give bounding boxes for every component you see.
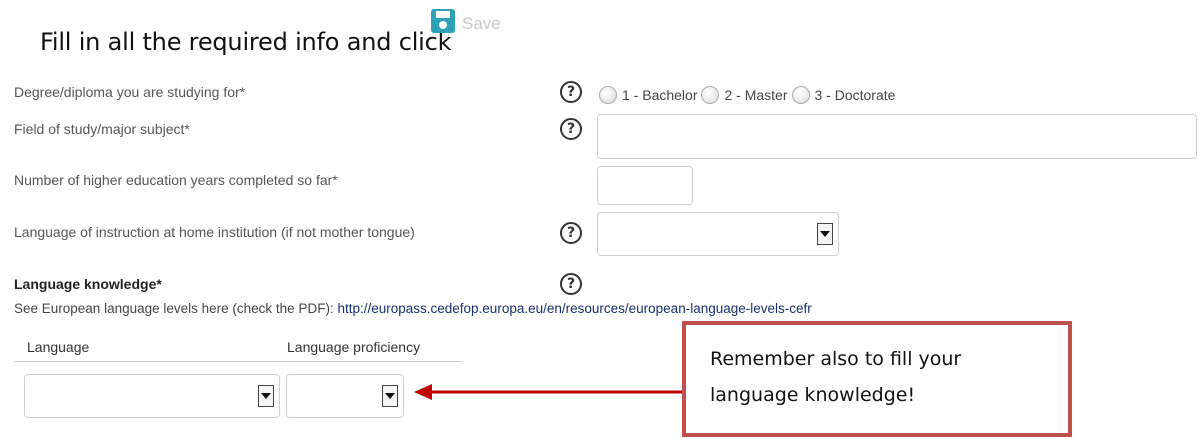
chevron-down-icon (261, 393, 271, 399)
degree-label: Degree/diploma you are studying for* (14, 84, 246, 100)
chevron-down-icon (385, 393, 395, 399)
save-icon (430, 8, 456, 39)
degree-option-master[interactable]: 2 - Master (701, 86, 788, 104)
language-select[interactable] (24, 374, 280, 418)
degree-radio-group: 1 - Bachelor 2 - Master 3 - Doctorate (599, 86, 899, 104)
column-header-proficiency: Language proficiency (287, 339, 421, 355)
language-levels-hint: See European language levels here (check… (14, 301, 812, 316)
language-knowledge-label: Language knowledge* (14, 276, 162, 292)
radio-master[interactable] (701, 86, 720, 104)
instruction-language-select[interactable] (597, 212, 839, 256)
language-levels-link[interactable]: http://europass.cedefop.europa.eu/en/res… (337, 301, 811, 316)
field-of-study-help-icon[interactable]: ? (560, 118, 582, 140)
field-of-study-label: Field of study/major subject* (14, 121, 190, 137)
radio-doctorate-label: 3 - Doctorate (814, 87, 896, 103)
save-button[interactable]: Save (430, 8, 501, 39)
instruction-language-label: Language of instruction at home institut… (14, 224, 415, 240)
language-knowledge-help-icon[interactable]: ? (560, 273, 582, 295)
radio-bachelor-label: 1 - Bachelor (622, 87, 698, 103)
radio-doctorate[interactable] (791, 86, 810, 104)
years-completed-input[interactable] (597, 166, 693, 205)
intro-text: Fill in all the required info and click (40, 28, 452, 56)
degree-option-doctorate[interactable]: 3 - Doctorate (791, 86, 896, 104)
annotation-arrow-icon (414, 384, 682, 400)
language-levels-hint-text: See European language levels here (check… (14, 301, 338, 316)
table-header-divider (14, 361, 462, 362)
field-of-study-input[interactable] (597, 114, 1197, 159)
degree-help-icon[interactable]: ? (560, 81, 582, 103)
years-completed-label: Number of higher education years complet… (14, 172, 338, 188)
dropdown-button[interactable] (382, 385, 398, 407)
proficiency-select[interactable] (286, 374, 404, 418)
column-header-language: Language (27, 339, 90, 355)
radio-bachelor[interactable] (599, 86, 617, 104)
reminder-callout: Remember also to fill your language know… (682, 321, 1072, 437)
dropdown-button[interactable] (817, 223, 833, 245)
dropdown-button[interactable] (258, 385, 274, 407)
save-label: Save (462, 13, 501, 33)
degree-option-bachelor[interactable]: 1 - Bachelor (599, 86, 697, 104)
chevron-down-icon (820, 231, 830, 237)
radio-master-label: 2 - Master (724, 87, 788, 103)
instruction-language-help-icon[interactable]: ? (560, 222, 582, 244)
